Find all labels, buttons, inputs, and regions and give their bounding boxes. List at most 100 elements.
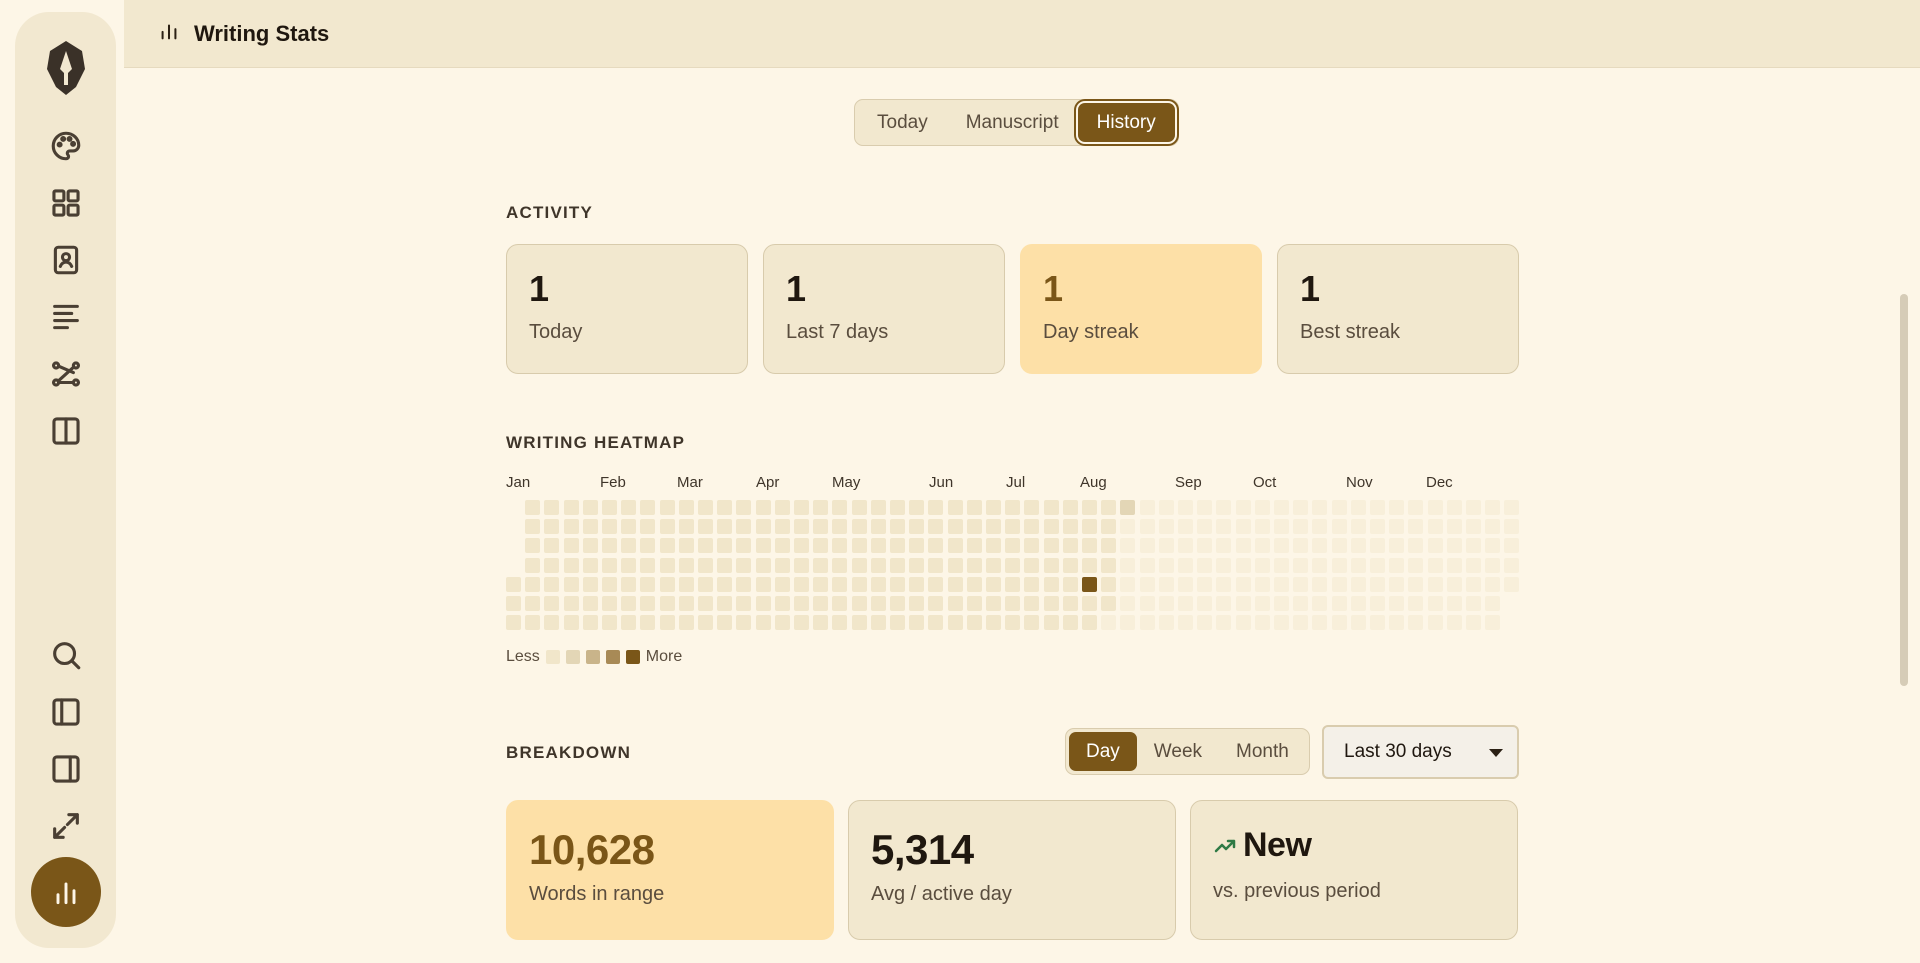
heatmap-cell[interactable]: [621, 538, 637, 554]
heatmap-cell[interactable]: [890, 519, 905, 535]
heatmap-cell[interactable]: [678, 519, 694, 535]
heatmap-cell[interactable]: [966, 538, 982, 554]
heatmap-cell[interactable]: [1466, 615, 1481, 631]
heatmap-cell[interactable]: [563, 557, 579, 573]
heatmap-cell[interactable]: [1197, 557, 1213, 573]
heatmap-cell[interactable]: [717, 519, 733, 535]
heatmap-cell[interactable]: [1178, 519, 1193, 535]
heatmap-cell[interactable]: [794, 576, 809, 592]
heatmap-cell[interactable]: [1139, 615, 1155, 631]
heatmap-cell[interactable]: [1005, 538, 1021, 554]
heatmap-cell[interactable]: [1043, 500, 1059, 515]
heatmap-cell[interactable]: [832, 538, 848, 554]
heatmap-cell[interactable]: [563, 500, 579, 515]
heatmap-cell[interactable]: [1312, 557, 1328, 573]
heatmap-cell[interactable]: [602, 596, 617, 611]
heatmap-cell[interactable]: [1254, 596, 1270, 611]
heatmap-cell[interactable]: [1005, 519, 1021, 535]
search-icon[interactable]: [46, 635, 86, 675]
heatmap-cell[interactable]: [928, 576, 944, 592]
heatmap-cell[interactable]: [832, 519, 848, 535]
heatmap-cell[interactable]: [1235, 538, 1251, 554]
heatmap-cell[interactable]: [966, 519, 982, 535]
heatmap-cell[interactable]: [698, 615, 713, 631]
heatmap-cell[interactable]: [1350, 500, 1366, 515]
heatmap-cell[interactable]: [678, 596, 694, 611]
heatmap-cell[interactable]: [928, 557, 944, 573]
heatmap-cell[interactable]: [928, 615, 944, 631]
heatmap-cell[interactable]: [1158, 596, 1174, 611]
heatmap-cell[interactable]: [986, 519, 1001, 535]
heatmap-cell[interactable]: [698, 596, 713, 611]
tab-manuscript[interactable]: Manuscript: [947, 103, 1078, 142]
grid-icon[interactable]: [46, 183, 86, 223]
heatmap-cell[interactable]: [1216, 500, 1232, 515]
heatmap-cell[interactable]: [1427, 596, 1443, 611]
heatmap-cell[interactable]: [1024, 519, 1040, 535]
heatmap-cell[interactable]: [1024, 576, 1040, 592]
heatmap-cell[interactable]: [870, 538, 886, 554]
heatmap-cell[interactable]: [813, 557, 829, 573]
heatmap-cell[interactable]: [1293, 557, 1309, 573]
heatmap-cell[interactable]: [736, 538, 752, 554]
heatmap-cell[interactable]: [794, 596, 809, 611]
tab-today[interactable]: Today: [858, 103, 947, 142]
heatmap-cell[interactable]: [986, 557, 1001, 573]
heatmap-cell[interactable]: [947, 519, 963, 535]
heatmap-cell[interactable]: [1216, 576, 1232, 592]
heatmap-cell[interactable]: [1370, 538, 1385, 554]
heatmap-cell[interactable]: [717, 538, 733, 554]
heatmap-cell[interactable]: [1370, 519, 1385, 535]
heatmap-cell[interactable]: [563, 519, 579, 535]
heatmap-cell[interactable]: [832, 596, 848, 611]
heatmap-cell[interactable]: [1504, 576, 1520, 592]
heatmap-cell[interactable]: [986, 576, 1001, 592]
heatmap-cell[interactable]: [966, 557, 982, 573]
heatmap-cell[interactable]: [678, 615, 694, 631]
heatmap-cell[interactable]: [698, 538, 713, 554]
heatmap-cell[interactable]: [832, 500, 848, 515]
heatmap-cell[interactable]: [928, 596, 944, 611]
right-panel-icon[interactable]: [46, 749, 86, 789]
heatmap-cell[interactable]: [755, 538, 771, 554]
heatmap-cell[interactable]: [621, 500, 637, 515]
heatmap-cell[interactable]: [1216, 557, 1232, 573]
heatmap-cell[interactable]: [1082, 615, 1097, 631]
heatmap-cell[interactable]: [851, 557, 867, 573]
heatmap-cell[interactable]: [544, 519, 560, 535]
heatmap-cell[interactable]: [1005, 557, 1021, 573]
heatmap-cell[interactable]: [563, 596, 579, 611]
heatmap-cell[interactable]: [640, 576, 656, 592]
heatmap-cell[interactable]: [813, 519, 829, 535]
heatmap-cell[interactable]: [1331, 519, 1347, 535]
graph-icon[interactable]: [46, 354, 86, 394]
heatmap-cell[interactable]: [1005, 596, 1021, 611]
heatmap-cell[interactable]: [755, 557, 771, 573]
heatmap-cell[interactable]: [1139, 557, 1155, 573]
heatmap-cell[interactable]: [1427, 615, 1443, 631]
range-select[interactable]: Last 30 days: [1322, 725, 1519, 779]
heatmap-cell[interactable]: [1389, 538, 1405, 554]
heatmap-cell[interactable]: [1293, 576, 1309, 592]
heatmap-cell[interactable]: [774, 519, 790, 535]
heatmap-cell[interactable]: [1408, 596, 1424, 611]
heatmap-cell[interactable]: [1197, 596, 1213, 611]
heatmap-cell[interactable]: [525, 596, 541, 611]
heatmap-cell[interactable]: [525, 615, 541, 631]
heatmap-cell[interactable]: [1312, 538, 1328, 554]
heatmap-cell[interactable]: [1062, 576, 1078, 592]
heatmap-cell[interactable]: [659, 519, 675, 535]
heatmap-cell[interactable]: [659, 557, 675, 573]
heatmap-cell[interactable]: [1062, 596, 1078, 611]
heatmap-cell[interactable]: [1389, 596, 1405, 611]
heatmap-cell[interactable]: [1485, 576, 1501, 592]
heatmap-cell[interactable]: [1446, 596, 1462, 611]
heatmap-cell[interactable]: [1331, 538, 1347, 554]
heatmap-cell[interactable]: [1331, 576, 1347, 592]
heatmap-cell[interactable]: [1350, 576, 1366, 592]
heatmap-cell[interactable]: [755, 519, 771, 535]
tab-history[interactable]: History: [1077, 103, 1175, 142]
heatmap-cell[interactable]: [717, 500, 733, 515]
heatmap-cell[interactable]: [1158, 538, 1174, 554]
heatmap-cell[interactable]: [1274, 596, 1289, 611]
